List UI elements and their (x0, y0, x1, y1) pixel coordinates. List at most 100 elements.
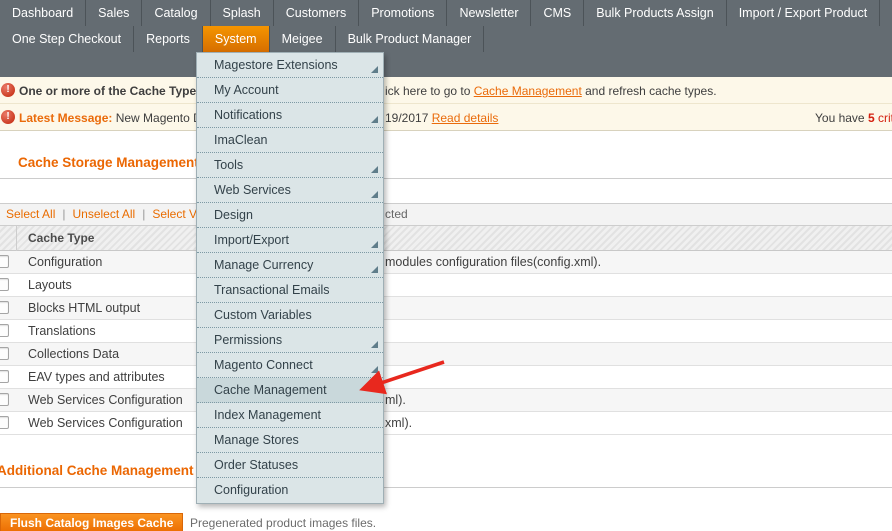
nav-tab-splash[interactable]: Splash (211, 0, 274, 26)
items-selected-fragment: cted (385, 207, 408, 221)
nav-tab-dashboard[interactable]: Dashboard (0, 0, 87, 26)
cache-type-column-header: Cache Type (28, 231, 95, 245)
table-row-translations[interactable]: Translations (0, 320, 892, 343)
table-row-layouts[interactable]: Layouts (0, 274, 892, 297)
menu-item-transactional-emails[interactable]: Transactional Emails (197, 278, 383, 303)
menu-item-label: ImaClean (214, 133, 268, 147)
nav-tab-customers[interactable]: Customers (274, 0, 360, 26)
critical-count: 5 (867, 111, 875, 125)
row-checkbox[interactable] (0, 278, 9, 291)
row-checkbox[interactable] (0, 324, 9, 337)
nav-tab-meigee[interactable]: Meigee (270, 26, 336, 52)
menu-item-design[interactable]: Design (197, 203, 383, 228)
row-checkbox[interactable] (0, 255, 9, 268)
nav-tab-one-step-checkout[interactable]: One Step Checkout (0, 26, 135, 52)
submenu-arrow-icon (371, 191, 378, 198)
latest-message-left: Latest Message: New Magento DevB (19, 111, 222, 125)
menu-item-custom-variables[interactable]: Custom Variables (197, 303, 383, 328)
table-row-web-services-1[interactable]: Web Services Configuration ml). (0, 389, 892, 412)
nav-tab-import-export-product[interactable]: Import / Export Product (727, 0, 881, 26)
link-separator: | (62, 207, 66, 221)
nav-tab-system[interactable]: System (202, 26, 270, 52)
nav-tab-promotions[interactable]: Promotions (359, 0, 448, 26)
menu-item-order-statuses[interactable]: Order Statuses (197, 453, 383, 478)
menu-item-label: Import/Export (214, 233, 290, 247)
table-row-collections-data[interactable]: Collections Data (0, 343, 892, 366)
submenu-arrow-icon (371, 366, 378, 373)
critical-text: crit (877, 111, 892, 125)
menu-item-label: Web Services (214, 183, 291, 197)
menu-item-label: Design (214, 208, 253, 222)
cache-type-name: Translations (28, 324, 96, 338)
nav-tab-bulk-products-assign[interactable]: Bulk Products Assign (584, 0, 727, 26)
cache-invalidated-notice: One or more of the Cache Types are ick h… (0, 77, 892, 104)
table-row-configuration[interactable]: Configuration modules configuration file… (0, 251, 892, 274)
menu-item-label: Configuration (214, 483, 289, 497)
read-details-link[interactable]: Read details (432, 111, 499, 125)
menu-item-notifications[interactable]: Notifications (197, 103, 383, 128)
nav-tab-sales[interactable]: Sales (86, 0, 143, 26)
row-checkbox[interactable] (0, 301, 9, 314)
submenu-arrow-icon (371, 66, 378, 73)
nav-tab-cms[interactable]: CMS (531, 0, 585, 26)
grid-toolbar: Select All | Unselect All | Select Visible c… (0, 203, 892, 226)
menu-item-label: Magento Connect (214, 358, 313, 372)
table-row-blocks-html[interactable]: Blocks HTML output (0, 297, 892, 320)
row-checkbox[interactable] (0, 347, 9, 360)
system-dropdown-menu: Magestore Extensions My Account Notifica… (196, 52, 384, 504)
submenu-arrow-icon (371, 166, 378, 173)
row-checkbox[interactable] (0, 393, 9, 406)
selection-links: Select All | Unselect All | Select Visible (6, 204, 224, 225)
menu-item-label: Manage Currency (214, 258, 314, 272)
menu-item-label: Permissions (214, 333, 283, 347)
notification-area: One or more of the Cache Types are ick h… (0, 77, 892, 131)
menu-item-index-management[interactable]: Index Management (197, 403, 383, 428)
table-row-eav-types[interactable]: EAV types and attributes (0, 366, 892, 389)
latest-message-date: 19/2017 (385, 111, 432, 125)
menu-item-magestore-extensions[interactable]: Magestore Extensions (197, 53, 383, 78)
table-header: Cache Type (0, 226, 892, 251)
cache-description: xml). (385, 416, 413, 430)
menu-item-import-export[interactable]: Import/Export (197, 228, 383, 253)
menu-item-web-services[interactable]: Web Services (197, 178, 383, 203)
menu-item-label: Tools (214, 158, 244, 172)
select-all-link[interactable]: Select All (6, 207, 55, 221)
nav-tab-reports[interactable]: Reports (134, 26, 203, 52)
cache-type-name: EAV types and attributes (28, 370, 165, 384)
nav-row-1: Dashboard Sales Catalog Splash Customers… (0, 0, 892, 26)
menu-item-my-account[interactable]: My Account (197, 78, 383, 103)
link-separator: | (142, 207, 146, 221)
cache-management-link[interactable]: Cache Management (474, 84, 582, 98)
menu-item-tools[interactable]: Tools (197, 153, 383, 178)
additional-cache-title: Additional Cache Management (0, 463, 194, 478)
menu-item-label: Notifications (214, 108, 283, 122)
menu-item-label: My Account (214, 83, 279, 97)
table-row-web-services-2[interactable]: Web Services Configuration xml). (0, 412, 892, 435)
latest-message-label: Latest Message: (19, 111, 113, 125)
menu-item-label: Index Management (214, 408, 322, 422)
cache-description: modules configuration files(config.xml). (385, 255, 602, 269)
menu-item-manage-currency[interactable]: Manage Currency (197, 253, 383, 278)
flush-catalog-images-button[interactable]: Flush Catalog Images Cache (0, 513, 184, 531)
submenu-arrow-icon (371, 241, 378, 248)
divider (0, 487, 892, 488)
cache-type-name: Configuration (28, 255, 103, 269)
row-checkbox[interactable] (0, 416, 9, 429)
unselect-all-link[interactable]: Unselect All (72, 207, 135, 221)
menu-item-configuration[interactable]: Configuration (197, 478, 383, 503)
menu-item-cache-management[interactable]: Cache Management (197, 378, 383, 403)
nav-tab-newsletter[interactable]: Newsletter (447, 0, 532, 26)
menu-item-magento-connect[interactable]: Magento Connect (197, 353, 383, 378)
menu-item-manage-stores[interactable]: Manage Stores (197, 428, 383, 453)
error-icon (1, 110, 15, 124)
menu-item-label: Magestore Extensions (214, 58, 338, 72)
menu-item-imaclean[interactable]: ImaClean (197, 128, 383, 153)
nav-tab-bulk-product-manager[interactable]: Bulk Product Manager (336, 26, 485, 52)
divider (0, 178, 892, 179)
row-checkbox[interactable] (0, 370, 9, 383)
nav-tab-catalog[interactable]: Catalog (142, 0, 211, 26)
menu-item-label: Order Statuses (214, 458, 299, 472)
menu-item-permissions[interactable]: Permissions (197, 328, 383, 353)
menu-item-label: Cache Management (214, 383, 327, 397)
cache-type-name: Web Services Configuration (28, 393, 183, 407)
